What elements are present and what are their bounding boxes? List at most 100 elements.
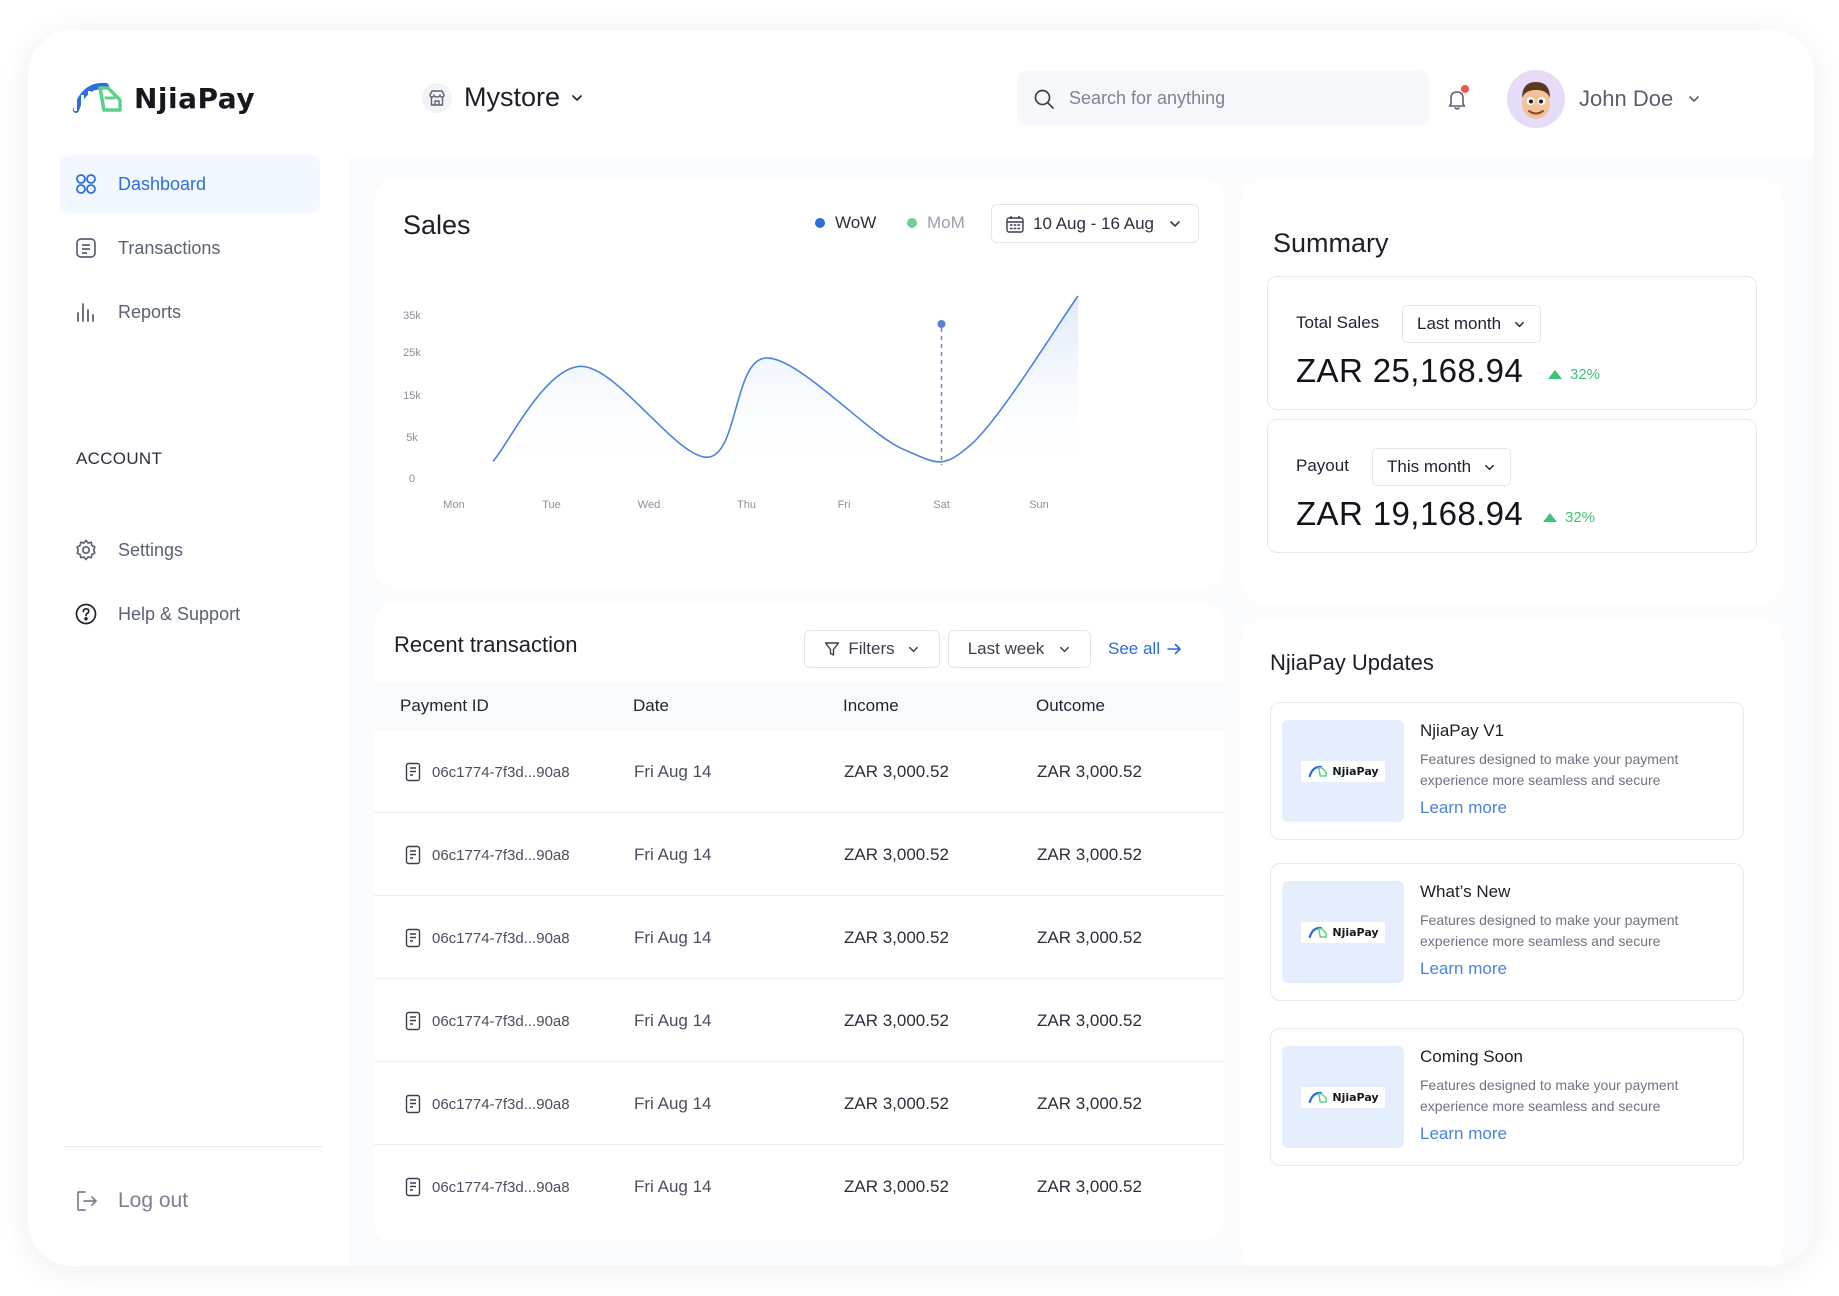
learn-more-link[interactable]: Learn more: [1420, 1124, 1507, 1144]
app-window: NjiaPay Dashboard Transactions Reports A…: [28, 30, 1814, 1266]
legend-dot: [815, 218, 825, 228]
payment-id-cell: 06c1774-7f3d...90a8: [404, 1094, 570, 1114]
search-box[interactable]: [1017, 71, 1429, 126]
date-range-picker[interactable]: 10 Aug - 16 Aug: [991, 204, 1199, 243]
payment-id-cell: 06c1774-7f3d...90a8: [404, 1177, 570, 1197]
table-header: Payment ID Date Income Outcome: [374, 682, 1224, 730]
x-axis: Mon Tue Wed Thu Fri Sat Sun: [443, 499, 1048, 511]
user-menu[interactable]: John Doe: [1507, 70, 1701, 128]
table-row[interactable]: 06c1774-7f3d...90a8 Fri Aug 14 ZAR 3,000…: [374, 730, 1224, 813]
legend-label: MoM: [927, 213, 965, 232]
income-cell: ZAR 3,000.52: [844, 928, 949, 947]
outcome-cell: ZAR 3,000.52: [1037, 762, 1142, 781]
thumbnail-brand: NjiaPay: [1332, 764, 1379, 778]
table-row[interactable]: 06c1774-7f3d...90a8 Fri Aug 14 ZAR 3,000…: [374, 1145, 1224, 1228]
transactions-list-icon: [74, 236, 98, 260]
user-avatar-icon: [1507, 70, 1565, 128]
trend-up-icon: [1548, 370, 1562, 379]
search-input[interactable]: [1069, 88, 1399, 109]
receipt-icon: [404, 1094, 422, 1114]
chevron-down-icon: [572, 94, 582, 101]
thumbnail-logo: NjiaPay: [1301, 921, 1385, 943]
update-item[interactable]: NjiaPay Coming Soon Features designed to…: [1270, 1028, 1744, 1166]
column-header-date[interactable]: Date: [633, 696, 669, 716]
column-header-outcome[interactable]: Outcome: [1036, 696, 1105, 716]
summary-card: Summary Total Sales Last month ZAR 25,16…: [1241, 180, 1783, 603]
payment-id-cell: 06c1774-7f3d...90a8: [404, 928, 570, 948]
table-row[interactable]: 06c1774-7f3d...90a8 Fri Aug 14 ZAR 3,000…: [374, 1062, 1224, 1145]
logout-icon: [74, 1188, 100, 1214]
search-icon: [1034, 89, 1054, 109]
user-name: John Doe: [1579, 86, 1674, 111]
filters-label: Filters: [848, 639, 895, 658]
table-row[interactable]: 06c1774-7f3d...90a8 Fri Aug 14 ZAR 3,000…: [374, 896, 1224, 979]
avatar: [1507, 70, 1565, 128]
logout-button[interactable]: Log out: [74, 1188, 188, 1214]
recent-transactions-card: Recent transaction Filters Last week See…: [374, 604, 1224, 1241]
x-tick-label: Tue: [542, 499, 561, 511]
update-title: What’s New: [1420, 882, 1511, 901]
learn-more-link[interactable]: Learn more: [1420, 798, 1507, 818]
stat-value: ZAR 25,168.94: [1296, 352, 1524, 389]
table-row[interactable]: 06c1774-7f3d...90a8 Fri Aug 14 ZAR 3,000…: [374, 813, 1224, 896]
filters-button[interactable]: Filters: [804, 630, 940, 668]
income-cell: ZAR 3,000.52: [844, 845, 949, 864]
table-row[interactable]: 06c1774-7f3d...90a8 Fri Aug 14 ZAR 3,000…: [374, 979, 1224, 1062]
update-item[interactable]: NjiaPay What’s New Features designed to …: [1270, 863, 1744, 1001]
date-cell: Fri Aug 14: [634, 1011, 712, 1030]
sidebar-item-settings[interactable]: Settings: [60, 521, 320, 579]
y-tick-label: 0: [409, 473, 415, 485]
receipt-icon: [404, 928, 422, 948]
sidebar-item-transactions[interactable]: Transactions: [60, 219, 320, 277]
transactions-title: Recent transaction: [394, 632, 578, 657]
sidebar-item-reports[interactable]: Reports: [60, 283, 320, 341]
payment-id-cell: 06c1774-7f3d...90a8: [404, 845, 570, 865]
outcome-cell: ZAR 3,000.52: [1037, 1094, 1142, 1113]
update-item[interactable]: NjiaPay NjiaPay V1 Features designed to …: [1270, 702, 1744, 840]
date-cell: Fri Aug 14: [634, 845, 712, 864]
see-all-link[interactable]: See all: [1108, 630, 1182, 668]
payment-id-value: 06c1774-7f3d...90a8: [432, 1178, 570, 1196]
learn-more-link[interactable]: Learn more: [1420, 959, 1507, 979]
sidebar: NjiaPay Dashboard Transactions Reports A…: [28, 30, 350, 1266]
updates-card: NjiaPay Updates NjiaPay NjiaPay V1 Featu…: [1241, 620, 1783, 1266]
update-thumbnail: NjiaPay: [1282, 1046, 1404, 1148]
outcome-cell: ZAR 3,000.52: [1037, 1177, 1142, 1196]
help-circle-icon: [74, 602, 98, 626]
njiapay-logo-icon: [73, 82, 122, 113]
legend-dot: [907, 218, 917, 228]
sidebar-item-help-support[interactable]: Help & Support: [60, 585, 320, 643]
period-select[interactable]: Last week: [948, 630, 1091, 668]
x-tick-label: Sun: [1029, 499, 1049, 511]
date-cell: Fri Aug 14: [634, 928, 712, 947]
chevron-down-icon: [1515, 321, 1525, 327]
notifications-button[interactable]: [1430, 72, 1484, 126]
payout-period-select[interactable]: This month: [1372, 448, 1512, 486]
column-header-payment-id[interactable]: Payment ID: [400, 696, 489, 716]
date-cell: Fri Aug 14: [634, 762, 712, 781]
payment-id-value: 06c1774-7f3d...90a8: [432, 846, 570, 864]
column-header-income[interactable]: Income: [843, 696, 899, 716]
legend-label: WoW: [835, 213, 877, 232]
brand-logo[interactable]: NjiaPay: [70, 78, 255, 118]
sidebar-item-dashboard[interactable]: Dashboard: [60, 155, 320, 213]
payment-id-value: 06c1774-7f3d...90a8: [432, 1095, 570, 1113]
sidebar-item-label: Help & Support: [118, 603, 241, 624]
thumbnail-logo: NjiaPay: [1301, 1086, 1385, 1108]
gear-icon: [74, 538, 98, 562]
njiapay-logo-icon: [1309, 926, 1328, 938]
total-sales-period-select[interactable]: Last month: [1402, 305, 1542, 343]
legend-item-wow[interactable]: WoW: [815, 213, 876, 233]
payment-id-value: 06c1774-7f3d...90a8: [432, 929, 570, 947]
stat-change-value: 32%: [1570, 366, 1601, 383]
receipt-icon: [404, 1011, 422, 1031]
store-switcher[interactable]: Mystore: [422, 82, 584, 113]
update-description: Features designed to make your payment e…: [1420, 912, 1679, 949]
bar-chart-icon: [74, 300, 98, 324]
chart-hover-point[interactable]: [937, 320, 946, 328]
legend-item-mom[interactable]: MoM: [907, 213, 965, 233]
update-description: Features designed to make your payment e…: [1420, 751, 1679, 788]
outcome-cell: ZAR 3,000.52: [1037, 845, 1142, 864]
receipt-icon: [404, 845, 422, 865]
see-all-label: See all: [1108, 639, 1160, 658]
